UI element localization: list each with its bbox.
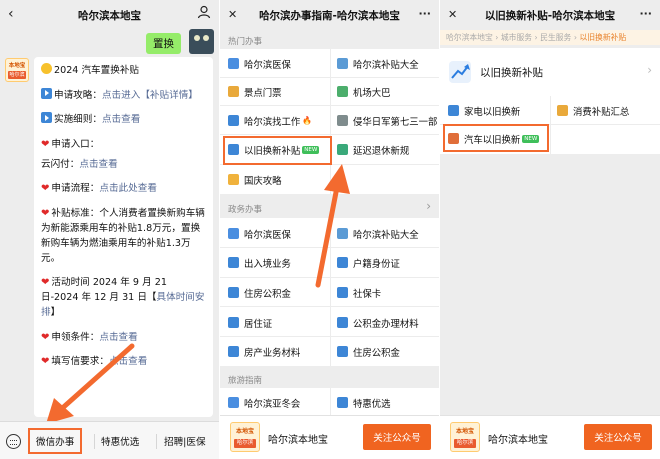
trade-in-item[interactable]: 家电以旧换新	[448, 98, 520, 123]
services-panel: ✕ 哈尔滨办事指南-哈尔滨本地宝 ··· 热门办事 哈尔滨医保 哈尔滨补贴大全 …	[220, 0, 439, 459]
service-item[interactable]: 景点门票	[228, 79, 282, 104]
service-item[interactable]: 出入境业务	[228, 250, 291, 275]
account-logo: 本地宝 哈尔滨	[450, 422, 480, 452]
breadcrumb-item[interactable]: 哈尔滨本地宝	[446, 33, 493, 42]
entry-label: 申请入口：	[51, 138, 100, 150]
menu-divider	[156, 434, 157, 449]
play-icon	[41, 112, 52, 123]
trade-in-title: 以旧换新补贴-哈尔滨本地宝	[484, 9, 616, 22]
sent-message: 置换	[146, 33, 181, 54]
menu-special-offers[interactable]: 特惠优选	[101, 434, 139, 448]
breadcrumb: 哈尔滨本地宝 › 城市服务 › 民生服务 › 以旧换新补贴	[440, 30, 660, 45]
chevron-right-icon: ›	[647, 63, 652, 77]
guide-label: 申请攻略：	[54, 89, 102, 101]
bot-avatar[interactable]: 本地宝 哈尔滨	[5, 58, 29, 82]
person-icon[interactable]	[197, 5, 211, 23]
section-title-hot: 热门办事	[228, 37, 263, 47]
service-item[interactable]: 特惠优选	[337, 390, 391, 415]
trend-up-icon	[449, 61, 471, 83]
message-title: 2024 汽车置换补贴	[54, 65, 140, 76]
service-item[interactable]: 哈尔滨亚冬会	[228, 390, 300, 415]
service-item[interactable]: 哈尔滨找工作 🔥	[228, 108, 312, 133]
account-name: 哈尔滨本地宝	[488, 435, 548, 446]
service-item[interactable]: 哈尔滨补贴大全	[337, 51, 419, 76]
breadcrumb-item[interactable]: 城市服务	[501, 33, 532, 42]
pointer-arrow	[46, 343, 135, 424]
section-title-gov: 政务办事	[228, 205, 263, 215]
my-avatar[interactable]	[189, 29, 214, 54]
service-item[interactable]: 哈尔滨医保	[228, 51, 291, 76]
service-item[interactable]: 居住证	[228, 310, 272, 335]
unionpay-label: 云闪付：	[41, 158, 80, 170]
guide-link[interactable]: 点击进入【补贴详情】	[102, 90, 198, 101]
menu-bar: 微信办事 特惠优选 招聘|医保	[0, 421, 219, 459]
pointer-arrow	[315, 164, 350, 288]
breadcrumb-current: 以旧换新补贴	[579, 33, 627, 42]
fire-icon: 🔥	[302, 116, 313, 125]
service-item[interactable]: 侵华日军第七三一部...	[337, 108, 437, 133]
follow-button[interactable]: 关注公众号	[363, 424, 431, 450]
services-top-bar: ✕ 哈尔滨办事指南-哈尔滨本地宝 ···	[220, 0, 439, 30]
process-link[interactable]: 点击此处查看	[99, 183, 157, 194]
process-label: 申请流程：	[51, 183, 100, 194]
menu-divider	[94, 434, 95, 449]
chat-top-bar: ‹ 哈尔滨本地宝	[0, 0, 219, 30]
heart-icon: ❤	[41, 183, 50, 194]
service-item[interactable]: 房产业务材料	[228, 339, 300, 364]
menu-wechat-services[interactable]: 微信办事	[28, 428, 83, 454]
bot-avatar-bottom: 哈尔滨	[8, 71, 26, 79]
close-icon[interactable]: ✕	[228, 8, 237, 21]
service-item[interactable]: 住房公积金	[337, 339, 400, 364]
services-title: 哈尔滨办事指南-哈尔滨本地宝	[259, 9, 400, 22]
service-item[interactable]: 机场大巴	[337, 79, 391, 104]
heart-icon: ❤	[41, 277, 50, 288]
trade-in-top-bar: ✕ 以旧换新补贴-哈尔滨本地宝 ···	[440, 0, 660, 30]
rules-link[interactable]: 点击查看	[102, 114, 140, 125]
follow-button[interactable]: 关注公众号	[584, 424, 652, 450]
section-title-travel: 旅游指南	[228, 376, 263, 386]
chat-panel: ‹ 哈尔滨本地宝 置换 本地宝 哈尔滨 2024 汽车置换补贴 申请攻略：点击进…	[0, 0, 219, 459]
breadcrumb-item[interactable]: 民生服务	[540, 33, 571, 42]
service-item[interactable]: 哈尔滨医保	[228, 221, 291, 246]
account-logo: 本地宝 哈尔滨	[230, 422, 260, 452]
more-icon[interactable]: ···	[639, 7, 652, 20]
close-icon[interactable]: ✕	[448, 8, 457, 21]
heart-icon: ❤	[41, 207, 50, 219]
period-text: 活动时间 2024 年 9 月 21 日-2024 年 12 月 31 日【	[41, 277, 167, 303]
service-item[interactable]: 住房公积金	[228, 280, 291, 305]
period-suffix: 】	[50, 307, 61, 318]
more-icon[interactable]: ···	[418, 7, 431, 20]
chat-title: 哈尔滨本地宝	[78, 9, 141, 22]
chevron-right-icon[interactable]: ›	[426, 199, 431, 213]
category-title: 以旧换新补贴	[480, 67, 543, 79]
account-name: 哈尔滨本地宝	[268, 435, 328, 446]
follow-bar: 本地宝 哈尔滨 哈尔滨本地宝 关注公众号	[220, 415, 439, 459]
unionpay-link[interactable]: 点击查看	[79, 159, 117, 170]
service-item[interactable]: 公积金办理材料	[337, 310, 419, 335]
keyboard-icon[interactable]	[6, 434, 21, 449]
trade-in-panel: ✕ 以旧换新补贴-哈尔滨本地宝 ··· 哈尔滨本地宝 › 城市服务 › 民生服务…	[440, 0, 660, 459]
menu-jobs-insurance[interactable]: 招聘|医保	[164, 434, 206, 448]
service-item[interactable]: 延迟退休新规	[337, 137, 409, 162]
service-item[interactable]: 国庆攻略	[228, 167, 282, 192]
rules-label: 实施细则：	[54, 114, 102, 125]
category-header[interactable]: 以旧换新补贴 ›	[440, 48, 660, 96]
subsidy-standard-text: 补贴标准：个人消费者置换新购车辆为新能源乘用车的补贴1.8万元，置换新购车辆为燃…	[41, 207, 205, 264]
sun-icon	[41, 63, 52, 74]
play-icon	[41, 87, 52, 99]
heart-icon: ❤	[41, 138, 50, 150]
trade-in-item[interactable]: 消费补贴汇总	[557, 98, 629, 123]
follow-bar: 本地宝 哈尔滨 哈尔滨本地宝 关注公众号	[440, 415, 660, 459]
travel-grid: 哈尔滨亚冬会 特惠优选	[220, 388, 439, 416]
highlight-car-trade-in	[443, 124, 549, 152]
back-icon[interactable]: ‹	[8, 6, 14, 22]
bot-avatar-top: 本地宝	[8, 63, 26, 69]
